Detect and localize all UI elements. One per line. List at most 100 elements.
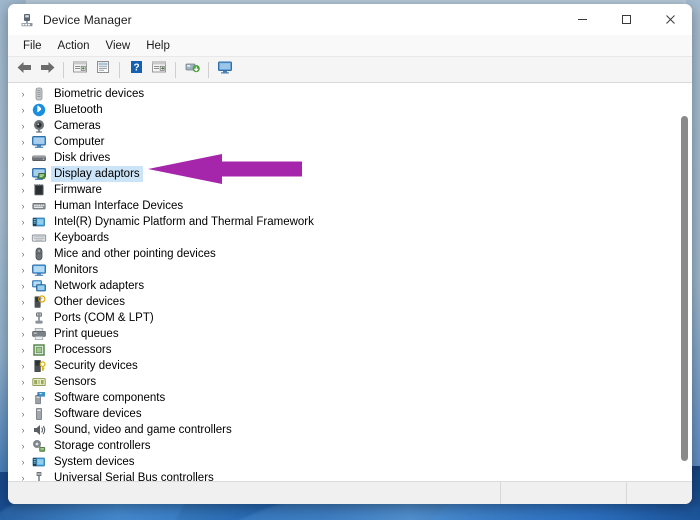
hid-icon bbox=[31, 198, 47, 214]
biometric-icon bbox=[31, 86, 47, 102]
tree-node-storage-controllers[interactable]: › Storage controllers bbox=[9, 438, 692, 454]
help-question-icon: ? bbox=[129, 60, 144, 79]
tree-node-bluetooth[interactable]: › Bluetooth bbox=[9, 102, 692, 118]
chevron-right-icon[interactable]: › bbox=[17, 473, 29, 481]
tree-node-keyboards[interactable]: › Keyboards bbox=[9, 230, 692, 246]
tree-node-sound-video-and-game-controllers[interactable]: › Sound, video and game controllers bbox=[9, 422, 692, 438]
system-device-icon bbox=[31, 454, 47, 470]
chevron-right-icon[interactable]: › bbox=[17, 457, 29, 467]
menu-file[interactable]: File bbox=[16, 38, 49, 54]
tree-node-cameras[interactable]: › Cameras bbox=[9, 118, 692, 134]
tree-node-label: Biometric devices bbox=[54, 88, 145, 100]
properties-button[interactable] bbox=[92, 59, 114, 80]
scan-hardware-changes-button[interactable] bbox=[148, 59, 170, 80]
scan-changes-icon bbox=[151, 60, 167, 79]
tree-node-label: Sensors bbox=[54, 376, 97, 388]
device-manager-window: Device Manager File Action View Help ? ›… bbox=[8, 4, 692, 504]
menu-action[interactable]: Action bbox=[51, 38, 97, 54]
chevron-right-icon[interactable]: › bbox=[17, 89, 29, 99]
device-tree-pane[interactable]: › Biometric devices › Bluetooth › Camera… bbox=[8, 83, 692, 481]
chevron-right-icon[interactable]: › bbox=[17, 137, 29, 147]
tree-node-monitors[interactable]: › Monitors bbox=[9, 262, 692, 278]
tree-node-display-adaptors[interactable]: › Display adaptors bbox=[9, 166, 692, 182]
tree-node-security-devices[interactable]: › Security devices bbox=[9, 358, 692, 374]
chevron-right-icon[interactable]: › bbox=[17, 297, 29, 307]
tree-node-disk-drives[interactable]: › Disk drives bbox=[9, 150, 692, 166]
tree-node-intel-dynamic-platform[interactable]: › Intel(R) Dynamic Platform and Thermal … bbox=[9, 214, 692, 230]
camera-icon bbox=[31, 118, 47, 134]
tree-node-label: Software devices bbox=[54, 408, 142, 420]
chevron-right-icon[interactable]: › bbox=[17, 281, 29, 291]
chevron-right-icon[interactable]: › bbox=[17, 153, 29, 163]
tree-node-label: Universal Serial Bus controllers bbox=[54, 472, 214, 481]
port-icon bbox=[31, 310, 47, 326]
devices-by-type-button[interactable] bbox=[214, 59, 236, 80]
menu-view[interactable]: View bbox=[99, 38, 138, 54]
minimize-button[interactable] bbox=[560, 4, 604, 35]
firmware-icon bbox=[31, 182, 47, 198]
tree-node-software-components[interactable]: › Software components bbox=[9, 390, 692, 406]
chevron-right-icon[interactable]: › bbox=[17, 249, 29, 259]
storage-controller-icon bbox=[31, 438, 47, 454]
svg-text:?: ? bbox=[133, 63, 139, 74]
chevron-right-icon[interactable]: › bbox=[17, 361, 29, 371]
chevron-right-icon[interactable]: › bbox=[17, 121, 29, 131]
tree-node-label: Other devices bbox=[54, 296, 125, 308]
computer-icon bbox=[31, 134, 47, 150]
show-hide-console-tree-button[interactable] bbox=[69, 59, 91, 80]
tree-node-label: Storage controllers bbox=[54, 440, 151, 452]
keyboard-icon bbox=[31, 230, 47, 246]
properties-icon bbox=[95, 60, 111, 79]
chevron-right-icon[interactable]: › bbox=[17, 393, 29, 403]
tree-node-ports-com-lpt[interactable]: › Ports (COM & LPT) bbox=[9, 310, 692, 326]
update-driver-button[interactable] bbox=[181, 59, 203, 80]
tree-node-label: Print queues bbox=[54, 328, 119, 340]
chevron-right-icon[interactable]: › bbox=[17, 105, 29, 115]
tree-node-mice-and-other-pointing-devices[interactable]: › Mice and other pointing devices bbox=[9, 246, 692, 262]
tree-node-sensors[interactable]: › Sensors bbox=[9, 374, 692, 390]
scrollbar-thumb[interactable] bbox=[681, 116, 688, 461]
tree-node-universal-serial-bus-controllers[interactable]: › Universal Serial Bus controllers bbox=[9, 470, 692, 481]
tree-node-biometric-devices[interactable]: › Biometric devices bbox=[9, 86, 692, 102]
toolbar: ? bbox=[8, 57, 692, 83]
chevron-right-icon[interactable]: › bbox=[17, 169, 29, 179]
close-button[interactable] bbox=[648, 4, 692, 35]
chevron-right-icon[interactable]: › bbox=[17, 329, 29, 339]
tree-vertical-scrollbar[interactable] bbox=[678, 83, 691, 481]
chevron-right-icon[interactable]: › bbox=[17, 201, 29, 211]
console-tree-icon bbox=[72, 60, 88, 79]
chevron-right-icon[interactable]: › bbox=[17, 313, 29, 323]
back-button[interactable] bbox=[13, 59, 35, 80]
chevron-right-icon[interactable]: › bbox=[17, 233, 29, 243]
tree-node-print-queues[interactable]: › Print queues bbox=[9, 326, 692, 342]
tree-node-firmware[interactable]: › Firmware bbox=[9, 182, 692, 198]
chevron-right-icon[interactable]: › bbox=[17, 441, 29, 451]
chevron-right-icon[interactable]: › bbox=[17, 377, 29, 387]
chevron-right-icon[interactable]: › bbox=[17, 425, 29, 435]
tree-node-label: Display adaptors bbox=[51, 166, 143, 182]
chevron-right-icon[interactable]: › bbox=[17, 265, 29, 275]
tree-node-system-devices[interactable]: › System devices bbox=[9, 454, 692, 470]
chevron-right-icon[interactable]: › bbox=[17, 409, 29, 419]
chevron-right-icon[interactable]: › bbox=[17, 345, 29, 355]
help-button[interactable]: ? bbox=[125, 59, 147, 80]
status-bar-segment-2 bbox=[501, 482, 627, 504]
tree-node-computer[interactable]: › Computer bbox=[9, 134, 692, 150]
maximize-button[interactable] bbox=[604, 4, 648, 35]
chevron-right-icon[interactable]: › bbox=[17, 185, 29, 195]
chevron-right-icon[interactable]: › bbox=[17, 217, 29, 227]
disk-drive-icon bbox=[31, 150, 47, 166]
tree-node-label: Processors bbox=[54, 344, 112, 356]
tree-node-processors[interactable]: › Processors bbox=[9, 342, 692, 358]
device-tree: › Biometric devices › Bluetooth › Camera… bbox=[9, 86, 692, 481]
tree-node-network-adapters[interactable]: › Network adapters bbox=[9, 278, 692, 294]
tree-node-human-interface-devices[interactable]: › Human Interface Devices bbox=[9, 198, 692, 214]
monitor-icon bbox=[217, 60, 234, 80]
tree-node-other-devices[interactable]: › Other devices bbox=[9, 294, 692, 310]
status-bar bbox=[8, 481, 692, 504]
tree-node-label: Firmware bbox=[54, 184, 102, 196]
menu-help[interactable]: Help bbox=[139, 38, 177, 54]
forward-button[interactable] bbox=[36, 59, 58, 80]
tree-node-software-devices[interactable]: › Software devices bbox=[9, 406, 692, 422]
monitor-icon bbox=[31, 262, 47, 278]
